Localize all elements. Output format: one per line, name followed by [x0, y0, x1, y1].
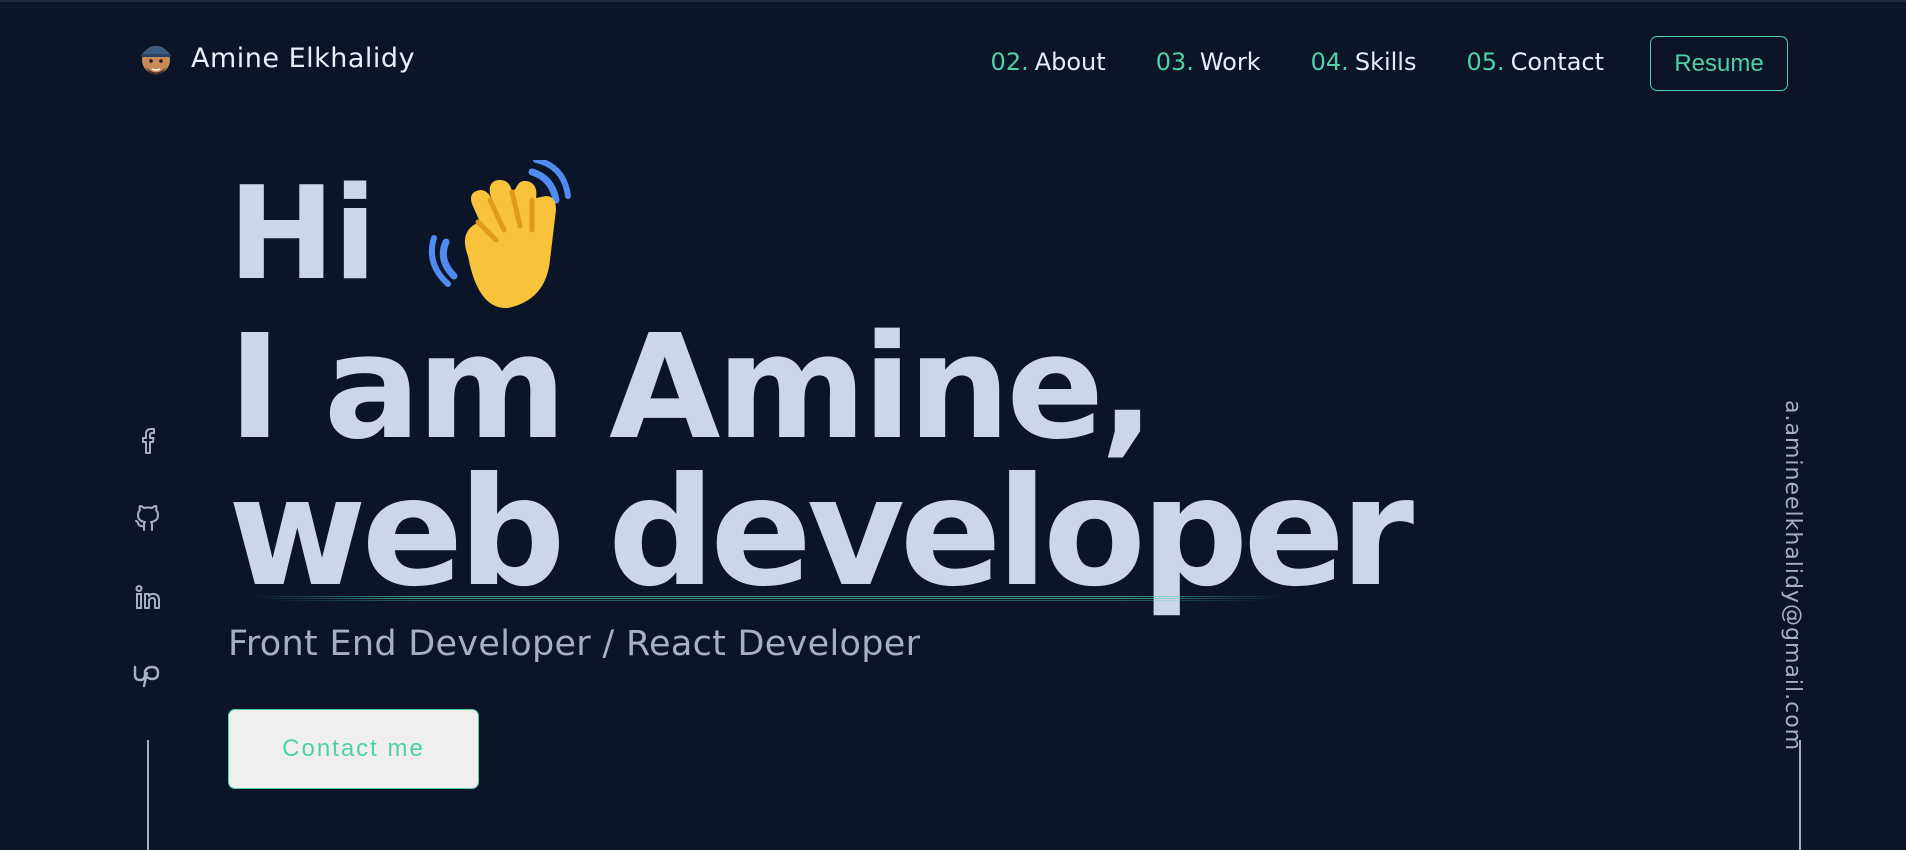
facebook-link[interactable] — [128, 420, 168, 460]
nav-label: Skills — [1354, 48, 1417, 76]
facebook-icon — [142, 428, 155, 454]
nav-label: Work — [1199, 48, 1261, 76]
nav-label: Contact — [1510, 48, 1604, 76]
nav-number: 02. — [990, 48, 1029, 76]
site-header: Amine Elkhalidy 02. About 03. Work 04. S… — [0, 0, 1906, 125]
nav-contact[interactable]: 05. Contact — [1466, 48, 1604, 76]
resume-button[interactable]: Resume — [1650, 36, 1788, 91]
nav-skills[interactable]: 04. Skills — [1311, 48, 1417, 76]
glow-underline — [248, 596, 1288, 601]
linkedin-link[interactable] — [128, 578, 168, 618]
nav-label: About — [1034, 48, 1106, 76]
upwork-icon — [133, 665, 160, 688]
waving-hand-icon — [428, 160, 571, 309]
hero-subtitle: Front End Developer / React Developer — [228, 624, 921, 664]
nav-number: 03. — [1155, 48, 1194, 76]
email-divider-line — [1799, 740, 1801, 850]
nav-about[interactable]: 02. About — [991, 48, 1106, 76]
email-column: a.amineelkhalidy@gmail.com — [1780, 400, 1816, 751]
social-divider-line — [147, 740, 149, 850]
github-link[interactable] — [128, 499, 168, 539]
brand-name: Amine Elkhalidy — [191, 42, 416, 74]
contact-me-button[interactable]: Contact me — [228, 709, 479, 789]
brand[interactable]: Amine Elkhalidy — [137, 38, 415, 78]
upwork-link[interactable] — [128, 654, 168, 694]
email-link[interactable]: a.amineelkhalidy@gmail.com — [1780, 400, 1805, 751]
github-icon — [135, 505, 159, 531]
nav-number: 04. — [1310, 48, 1349, 76]
avatar — [141, 46, 171, 75]
main-nav: 02. About 03. Work 04. Skills 05. Contac… — [991, 48, 1604, 76]
linkedin-icon — [135, 585, 160, 609]
hero-greeting: Hi — [228, 160, 377, 309]
nav-work[interactable]: 03. Work — [1156, 48, 1261, 76]
nav-number: 05. — [1466, 48, 1505, 76]
